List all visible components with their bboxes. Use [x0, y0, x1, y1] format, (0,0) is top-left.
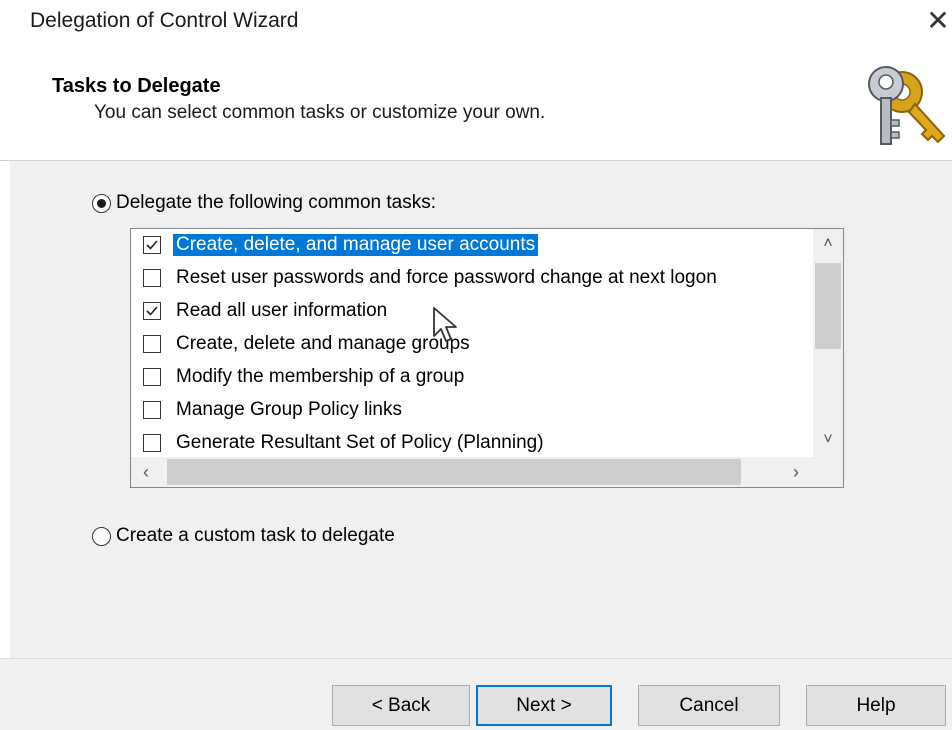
list-item[interactable]: Modify the membership of a group [143, 364, 467, 390]
checkmark-icon [146, 306, 158, 316]
cancel-button[interactable]: Cancel [638, 685, 780, 726]
wizard-header: Tasks to Delegate You can select common … [0, 48, 952, 160]
scroll-right-icon[interactable]: › [781, 457, 811, 487]
horizontal-scroll-thumb[interactable] [167, 459, 741, 485]
radio-selected-dot [97, 198, 106, 208]
list-item[interactable]: Reset user passwords and force password … [143, 265, 720, 291]
task-label: Generate Resultant Set of Policy (Planni… [176, 432, 544, 453]
scroll-up-icon[interactable]: ˄ [813, 229, 843, 259]
scrollbar-corner [813, 457, 843, 487]
scroll-down-icon[interactable]: ˅ [813, 425, 843, 455]
radio-custom-task[interactable]: Create a custom task to delegate [92, 525, 395, 547]
list-item[interactable]: Manage Group Policy links [143, 397, 405, 423]
radio-button[interactable] [92, 193, 111, 213]
checkbox[interactable] [143, 368, 161, 386]
task-label: Create, delete, and manage user accounts [173, 234, 539, 256]
task-label: Manage Group Policy links [176, 399, 402, 420]
checkbox[interactable] [143, 401, 161, 419]
wizard-footer: < Back Next > Cancel Help [0, 659, 952, 730]
back-button[interactable]: < Back [332, 685, 470, 726]
list-item[interactable]: Generate Resultant Set of Policy (Planni… [143, 430, 547, 456]
next-button[interactable]: Next > [476, 685, 612, 726]
task-label: Create, delete and manage groups [176, 333, 470, 354]
page-title: Tasks to Delegate [52, 75, 221, 97]
keys-icon [868, 66, 946, 145]
help-button[interactable]: Help [806, 685, 946, 726]
scroll-left-icon[interactable]: ‹ [131, 457, 161, 487]
task-label: Reset user passwords and force password … [176, 267, 717, 288]
mouse-cursor-icon [433, 307, 457, 342]
horizontal-scrollbar[interactable]: ‹ › [131, 457, 813, 487]
radio-custom-task-label: Create a custom task to delegate [116, 525, 395, 546]
list-item[interactable]: Create, delete and manage groups [143, 331, 473, 357]
checkbox[interactable] [143, 335, 161, 353]
title-bar: Delegation of Control Wizard ✕ [0, 0, 952, 48]
list-item[interactable]: Create, delete, and manage user accounts [143, 232, 539, 258]
task-list[interactable]: Create, delete, and manage user accounts… [130, 228, 844, 488]
close-button[interactable]: ✕ [924, 6, 952, 36]
radio-button[interactable] [92, 526, 111, 546]
page-subtitle: You can select common tasks or customize… [94, 102, 546, 123]
task-label: Read all user information [176, 300, 388, 321]
checkbox[interactable] [143, 236, 161, 254]
radio-common-tasks[interactable]: Delegate the following common tasks: [92, 192, 436, 214]
checkmark-icon [146, 240, 158, 250]
radio-common-tasks-label: Delegate the following common tasks: [116, 192, 436, 213]
vertical-scroll-thumb[interactable] [815, 263, 841, 349]
list-item[interactable]: Read all user information [143, 298, 390, 324]
task-label: Modify the membership of a group [176, 366, 465, 387]
checkbox[interactable] [143, 434, 161, 452]
vertical-scrollbar[interactable]: ˄ ˅ [813, 229, 843, 457]
checkbox[interactable] [143, 302, 161, 320]
window-title: Delegation of Control Wizard [30, 9, 299, 32]
checkbox[interactable] [143, 269, 161, 287]
